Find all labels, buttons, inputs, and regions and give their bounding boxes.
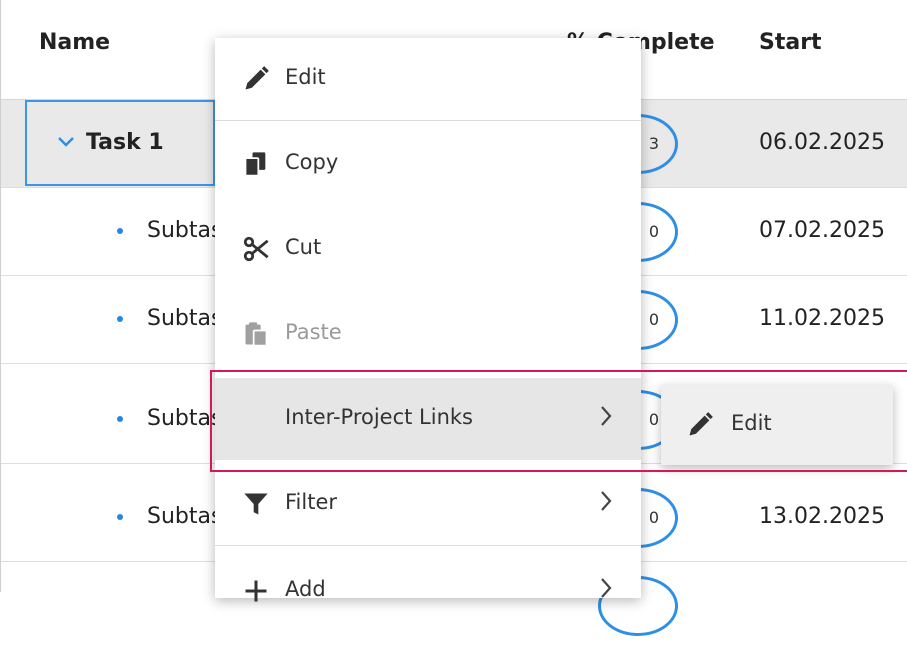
progress-value: 0 <box>648 410 659 429</box>
chevron-right-icon <box>601 491 612 511</box>
column-header-start[interactable]: Start <box>759 30 822 55</box>
submenu-item-edit[interactable]: Edit <box>661 385 893 465</box>
column-header-name[interactable]: Name <box>39 30 110 55</box>
progress-value: 0 <box>648 222 659 241</box>
menu-item-filter[interactable]: Filter <box>215 463 641 545</box>
menu-divider <box>215 120 641 121</box>
progress-value: 0 <box>648 310 659 329</box>
menu-divider <box>215 545 641 546</box>
plus-icon <box>245 580 267 602</box>
progress-value: 0 <box>648 508 659 527</box>
menu-item-label: Add <box>285 577 326 601</box>
menu-item-edit[interactable]: Edit <box>215 38 641 120</box>
bullet-icon <box>117 316 123 322</box>
filter-icon <box>244 493 268 515</box>
start-date: 07.02.2025 <box>759 218 885 243</box>
scissors-icon <box>243 236 269 262</box>
menu-item-label: Paste <box>285 320 342 344</box>
bullet-icon <box>117 416 123 422</box>
context-menu: Edit Copy Cut Paste Inter-Project Links <box>215 38 641 602</box>
menu-item-inter-project-links[interactable]: Inter-Project Links <box>215 378 641 460</box>
menu-item-label: Cut <box>285 235 322 259</box>
menu-item-copy[interactable]: Copy <box>215 123 641 205</box>
bullet-icon <box>117 228 123 234</box>
start-date: 13.02.2025 <box>759 504 885 529</box>
menu-item-cut[interactable]: Cut <box>215 208 641 290</box>
menu-item-paste[interactable]: Paste <box>215 293 641 375</box>
copy-icon <box>244 152 266 177</box>
menu-item-label: Inter-Project Links <box>285 405 473 429</box>
start-date: 11.02.2025 <box>759 306 885 331</box>
bullet-icon <box>117 514 123 520</box>
focused-cell-outline <box>25 100 215 186</box>
pencil-icon <box>245 66 269 90</box>
submenu: Edit <box>661 385 893 465</box>
paste-icon <box>245 322 268 347</box>
menu-item-add[interactable]: Add <box>215 550 641 632</box>
start-date: 06.02.2025 <box>759 130 885 155</box>
progress-value: 3 <box>648 134 659 153</box>
submenu-item-label: Edit <box>731 411 772 435</box>
menu-item-label: Edit <box>285 65 326 89</box>
pencil-icon <box>689 412 713 436</box>
menu-item-label: Filter <box>285 490 338 514</box>
chevron-right-icon <box>601 406 612 426</box>
menu-item-label: Copy <box>285 150 339 174</box>
chevron-right-icon <box>601 578 612 598</box>
